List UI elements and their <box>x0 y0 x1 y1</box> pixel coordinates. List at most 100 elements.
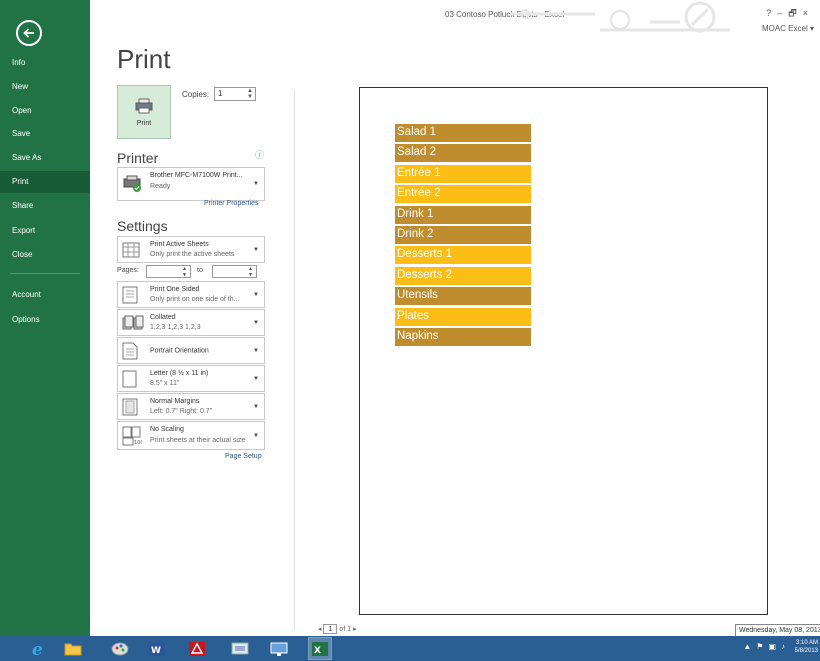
nav-options[interactable]: Options <box>0 309 90 331</box>
printer-icon <box>135 98 153 113</box>
paper-size-icon <box>122 370 137 387</box>
svg-text:W: W <box>151 646 161 656</box>
spinner-icon[interactable]: ▲ ▼ <box>248 266 253 278</box>
chevron-down-icon: ▼ <box>253 432 259 439</box>
chevron-down-icon: ▼ <box>253 403 259 410</box>
nav-close[interactable]: Close <box>0 244 90 266</box>
printer-device-icon <box>123 175 141 192</box>
preview-cell: Salad 1 <box>395 124 531 142</box>
acrobat-icon[interactable] <box>186 638 208 659</box>
system-tray[interactable]: ▲⚑▣♪ <box>743 642 790 651</box>
window-controls[interactable]: ?–🗗× <box>766 6 814 22</box>
preview-cell: Plates <box>395 308 531 326</box>
preview-cell: Drink 2 <box>395 226 531 244</box>
margins-icon <box>122 398 138 415</box>
preview-cell: Entrée 2 <box>395 185 531 203</box>
preview-cell: Napkins <box>395 328 531 346</box>
nav-export[interactable]: Export <box>0 220 90 242</box>
ie-icon[interactable]: e <box>28 638 50 659</box>
collate-sub: 1,2,3 1,2,3 1,2,3 <box>150 324 201 331</box>
scaling-sub: Print sheets at their actual size <box>150 437 246 444</box>
nav-account[interactable]: Account <box>0 284 90 306</box>
info-icon[interactable]: ⓘ <box>255 148 264 161</box>
print-what-select[interactable]: Print Active Sheets Only print the activ… <box>117 236 265 263</box>
svg-text:X: X <box>314 646 321 656</box>
sheet-grid-icon <box>122 242 140 257</box>
taskbar: e W X ▲⚑▣♪ 3:10 AM 5/8/2013 <box>0 636 820 661</box>
printer-properties-link[interactable]: Printer Properties <box>204 200 258 207</box>
preview-cell: Salad 2 <box>395 144 531 162</box>
volume-icon[interactable]: ♪ <box>781 642 790 651</box>
account-name[interactable]: MOAC Excel ▾ <box>762 24 814 33</box>
page-setup-link[interactable]: Page Setup <box>225 453 262 460</box>
word-icon[interactable]: W <box>146 638 168 659</box>
tray-chevron-icon[interactable]: ▲ <box>743 642 756 651</box>
backstage-nav: Info New Open Save Save As Print Share E… <box>0 0 90 636</box>
copies-value: 1 <box>218 89 223 98</box>
collate-select[interactable]: Collated 1,2,3 1,2,3 1,2,3 ▼ <box>117 309 265 336</box>
paper-title: Letter (8 ½ x 11 in) <box>150 370 209 377</box>
nav-open[interactable]: Open <box>0 100 90 122</box>
printer-status: Ready <box>150 183 171 190</box>
print-button[interactable]: Print <box>117 85 171 139</box>
paper-size-select[interactable]: Letter (8 ½ x 11 in) 8.5" x 11" ▼ <box>117 365 265 392</box>
chevron-down-icon: ▼ <box>253 375 259 382</box>
pages-from-input[interactable]: ▲ ▼ <box>146 265 191 278</box>
printer-select[interactable]: Brother MFC-M7100W Print... Ready ▼ <box>117 167 265 201</box>
file-explorer-icon[interactable] <box>62 638 84 659</box>
printer-name: Brother MFC-M7100W Print... <box>150 172 243 179</box>
svg-text:e: e <box>32 640 43 658</box>
clock[interactable]: 3:10 AM 5/8/2013 <box>795 639 818 655</box>
print-what-sub: Only print the active sheets <box>150 251 235 258</box>
print-button-label: Print <box>136 119 152 127</box>
orientation-select[interactable]: Portrait Orientation ▼ <box>117 337 265 364</box>
back-arrow-icon[interactable] <box>16 20 42 46</box>
snipping-tool-icon[interactable] <box>229 638 251 659</box>
pages-range: Pages: ▲ ▼ to ▲ ▼ <box>117 265 265 279</box>
nav-new[interactable]: New <box>0 76 90 98</box>
prev-page-icon[interactable]: ◂ <box>318 626 322 633</box>
no-scaling-icon: 100 <box>122 426 142 446</box>
preview-cell: Utensils <box>395 287 531 305</box>
restore-button[interactable]: 🗗 <box>788 8 802 18</box>
margins-select[interactable]: Normal Margins Left: 0.7" Right: 0.7" ▼ <box>117 393 265 420</box>
excel-icon[interactable]: X <box>308 637 332 660</box>
page-title: Print <box>117 44 171 74</box>
collated-pages-icon <box>122 315 144 329</box>
nav-print[interactable]: Print <box>0 171 90 193</box>
network-icon[interactable]: ▣ <box>768 642 781 651</box>
next-page-icon[interactable]: ▸ <box>353 626 357 633</box>
nav-save[interactable]: Save <box>0 123 90 145</box>
nav-share[interactable]: Share <box>0 195 90 217</box>
spinner-icon[interactable]: ▲ ▼ <box>182 266 187 278</box>
scaling-title: No Scaling <box>150 426 184 433</box>
remote-desktop-icon[interactable] <box>268 638 290 659</box>
copies-spinner-icon[interactable]: ▲ ▼ <box>247 88 253 100</box>
portrait-page-icon <box>122 342 138 359</box>
sides-title: Print One Sided <box>150 286 200 293</box>
sides-select[interactable]: Print One Sided Only print on one side o… <box>117 281 265 308</box>
one-sided-page-icon <box>122 286 138 303</box>
paint-icon[interactable] <box>109 638 131 659</box>
margins-sub: Left: 0.7" Right: 0.7" <box>150 408 213 415</box>
scaling-select[interactable]: 100 No Scaling Print sheets at their act… <box>117 421 265 450</box>
clock-time: 3:10 AM <box>795 640 818 646</box>
nav-save-as[interactable]: Save As <box>0 147 90 169</box>
flag-icon[interactable]: ⚑ <box>756 642 768 651</box>
minimize-button[interactable]: – <box>777 8 788 18</box>
margins-title: Normal Margins <box>150 398 200 405</box>
help-button[interactable]: ? <box>766 8 777 18</box>
preview-cell: Desserts 2 <box>395 267 531 285</box>
nav-info[interactable]: Info <box>0 52 90 74</box>
copies-label: Copies: <box>182 90 210 99</box>
pages-label: Pages: <box>117 267 139 274</box>
chevron-down-icon: ▼ <box>253 246 259 253</box>
print-what-title: Print Active Sheets <box>150 241 209 248</box>
sides-sub: Only print on one side of th... <box>150 296 240 303</box>
copies-input[interactable]: 1 ▲ ▼ <box>214 87 256 101</box>
current-page-input[interactable]: 1 <box>323 624 338 634</box>
chevron-down-icon: ▼ <box>253 181 259 187</box>
pages-to-input[interactable]: ▲ ▼ <box>212 265 257 278</box>
preview-cell: Desserts 1 <box>395 246 531 264</box>
close-button[interactable]: × <box>803 8 814 18</box>
